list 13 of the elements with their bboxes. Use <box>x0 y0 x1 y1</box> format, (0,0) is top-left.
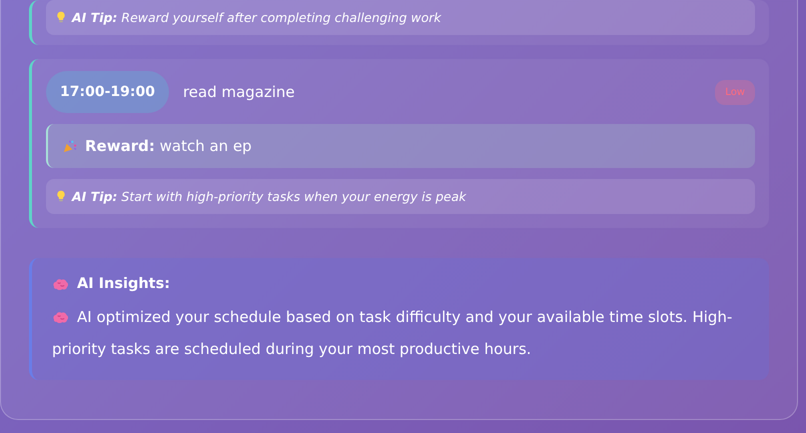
tip-text: AI Tip: Reward yourself after completing challenging work <box>72 10 442 25</box>
brain-icon <box>52 278 69 290</box>
lightbulb-icon <box>56 11 66 24</box>
party-popper-icon <box>62 138 77 154</box>
brain-icon <box>52 311 69 324</box>
time-pill: 17:00-19:00 <box>46 71 169 113</box>
insights-title: AI Insights: <box>77 276 170 292</box>
lightbulb-icon <box>56 190 66 203</box>
priority-tag: Low <box>715 80 755 104</box>
insights-text: AI optimized your schedule based on task difficulty and your available time slots. High-priority tasks are scheduled during your most productive hours. <box>52 307 734 360</box>
reward-text: Reward: watch an ep <box>85 137 252 155</box>
tip-text: AI Tip: Start with high-priority tasks when your energy is peak <box>72 189 466 204</box>
task-title: read magazine <box>182 83 296 101</box>
